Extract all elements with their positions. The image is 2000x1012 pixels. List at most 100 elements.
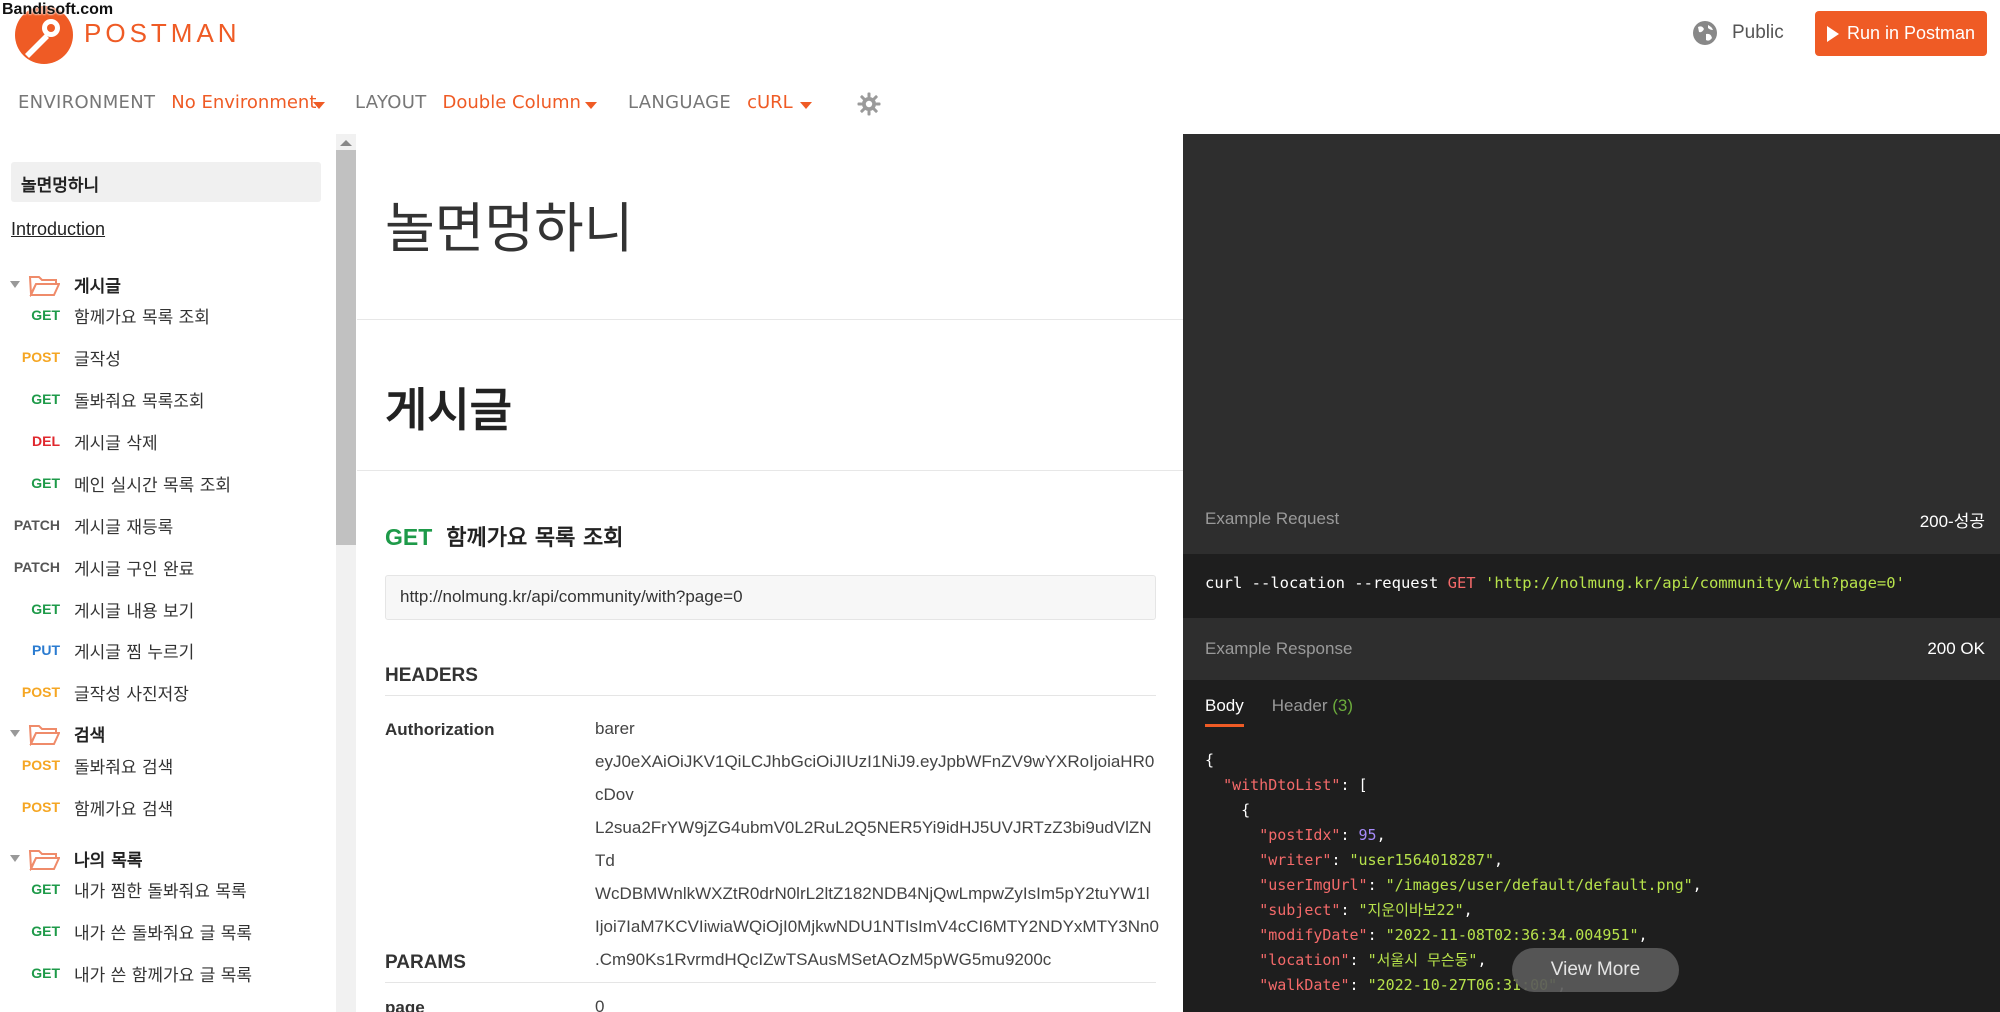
request-label: 돌봐줘요 목록조회	[74, 391, 205, 412]
sidebar-folder[interactable]: 검색	[10, 721, 105, 746]
sidebar-folder[interactable]: 나의 목록	[10, 846, 142, 871]
sidebar-request[interactable]: GET 게시글 내용 보기	[0, 594, 320, 624]
divider	[357, 319, 1183, 320]
sidebar-request[interactable]: PATCH 게시글 구인 완료	[0, 552, 320, 582]
language-label: LANGUAGE	[628, 92, 732, 113]
language-chevron-down-icon[interactable]	[800, 102, 812, 109]
environment-label: ENVIRONMENT	[18, 92, 156, 113]
method-badge: GET	[31, 923, 60, 939]
request-label: 게시글 찜 누르기	[74, 642, 195, 663]
json-key: "modifyDate"	[1259, 926, 1368, 944]
request-name: 함께가요 목록 조회	[446, 526, 624, 551]
tab-header-count: (3)	[1332, 696, 1354, 715]
request-method: GET	[385, 524, 433, 550]
method-badge: DEL	[32, 433, 60, 449]
scroll-up-arrow-icon[interactable]	[340, 140, 352, 146]
request-label: 함께가요 목록 조회	[74, 307, 210, 328]
json-value: "/images/user/default/default.png"	[1385, 876, 1693, 894]
method-badge: GET	[31, 391, 60, 407]
json-key: "walkDate"	[1259, 976, 1350, 994]
divider	[357, 470, 1183, 471]
folder-open-icon	[28, 849, 60, 871]
method-badge: POST	[21, 757, 60, 773]
json-key: "writer"	[1259, 851, 1332, 869]
request-label: 게시글 삭제	[74, 433, 158, 454]
tab-header[interactable]: Header (3)	[1272, 696, 1353, 727]
response-tabs: Body Header (3)	[1205, 696, 1353, 727]
curl-prefix: curl --location --request	[1205, 574, 1439, 592]
request-label: 게시글 내용 보기	[74, 601, 195, 622]
params-section-title: PARAMS	[385, 952, 1156, 983]
example-response-label: Example Response	[1205, 639, 1353, 658]
sidebar-request[interactable]: GET 내가 쓴 함께가요 글 목록	[0, 958, 320, 988]
request-label: 게시글 재등록	[74, 517, 174, 538]
request-url[interactable]: http://nolmung.kr/api/community/with?pag…	[385, 575, 1156, 620]
json-value: 95	[1358, 826, 1377, 844]
json-value: "2022-11-08T02:36:34.004951"	[1385, 926, 1639, 944]
tab-header-label: Header	[1271, 696, 1328, 715]
headers-section-title: HEADERS	[385, 665, 1156, 696]
collection-title[interactable]: 놀면멍하니	[11, 162, 321, 202]
sidebar-folder[interactable]: 게시글	[10, 272, 121, 297]
json-line: "withDtoList": [	[1223, 776, 1368, 794]
run-in-postman-button[interactable]: Run in Postman	[1815, 11, 1987, 56]
chevron-down-icon	[10, 855, 20, 862]
sidebar-request[interactable]: PUT 게시글 찜 누르기	[0, 635, 320, 665]
sidebar-item-introduction[interactable]: Introduction	[11, 219, 105, 240]
sidebar-request[interactable]: POST 돌봐줘요 검색	[0, 750, 320, 780]
examples-column: Example Request 200-성공 curl --location -…	[1183, 134, 2000, 1012]
environment-value[interactable]: No Environment	[171, 92, 316, 113]
header-value-line: L2sua2FrYW9jZG4ubmV0L2RuL2Q5NER5Yi9idHJ5…	[595, 818, 1152, 870]
json-line: "postIdx": 95,	[1259, 826, 1386, 844]
tab-body[interactable]: Body	[1205, 696, 1244, 727]
environment-selector[interactable]: ENVIRONMENT No Environment	[18, 92, 316, 113]
sidebar-request[interactable]: POST 글작성 사진저장	[0, 677, 320, 707]
json-line: {	[1205, 751, 1215, 769]
sidebar-request[interactable]: GET 돌봐줘요 목록조회	[0, 384, 320, 414]
curl-url: 'http://nolmung.kr/api/community/with?pa…	[1484, 574, 1905, 592]
request-label: 메인 실시간 목록 조회	[74, 475, 231, 496]
json-line: "subject": "지운이바보22",	[1259, 901, 1473, 919]
curl-method: GET	[1447, 574, 1476, 592]
top-header: Bandisoft.com POSTMAN Public Run in Post…	[0, 0, 2000, 70]
layout-selector[interactable]: LAYOUT Double Column	[355, 92, 581, 113]
sidebar-request[interactable]: POST 함께가요 검색	[0, 792, 320, 822]
view-more-button[interactable]: View More	[1512, 948, 1679, 992]
gear-icon[interactable]	[857, 92, 881, 116]
language-selector[interactable]: LANGUAGE cURL	[628, 92, 793, 113]
sidebar-request[interactable]: DEL 게시글 삭제	[0, 426, 320, 456]
sidebar-request[interactable]: GET 내가 쓴 돌봐줘요 글 목록	[0, 916, 320, 946]
example-request-bar[interactable]: Example Request 200-성공	[1183, 488, 2000, 550]
json-line: {	[1205, 801, 1251, 819]
folder-open-icon	[28, 275, 60, 297]
request-heading: GET 함께가요 목록 조회	[385, 520, 624, 552]
method-badge: PATCH	[13, 517, 60, 533]
sidebar-request[interactable]: GET 메인 실시간 목록 조회	[0, 468, 320, 498]
sidebar-scrollbar-thumb[interactable]	[336, 150, 356, 545]
param-key: page	[385, 998, 425, 1012]
request-label: 함께가요 검색	[74, 799, 174, 820]
sidebar-request[interactable]: GET 함께가요 목록 조회	[0, 300, 320, 330]
sidebar-request[interactable]: PATCH 게시글 재등록	[0, 510, 320, 540]
sidebar: 놀면멍하니 Introduction 게시글 GET 함께가요 목록 조회 POS…	[0, 134, 332, 1012]
param-value: 0	[595, 997, 605, 1012]
environment-chevron-down-icon[interactable]	[313, 102, 325, 109]
header-value-line: eyJ0eXAiOiJKV1QiLCJhbGciOiJIUzI1NiJ9.eyJ…	[595, 752, 1155, 804]
json-key: "location"	[1259, 951, 1350, 969]
json-value: "지운이바보22"	[1358, 901, 1464, 919]
method-badge: GET	[31, 601, 60, 617]
language-value[interactable]: cURL	[747, 92, 793, 113]
layout-chevron-down-icon[interactable]	[585, 102, 597, 109]
folder-open-icon	[28, 724, 60, 746]
json-value: "서울시 무슨동"	[1367, 951, 1478, 969]
json-line: "modifyDate": "2022-11-08T02:36:34.00495…	[1259, 926, 1648, 944]
logo-text[interactable]: POSTMAN	[84, 18, 241, 49]
request-label: 글작성	[74, 349, 121, 370]
example-request-selector[interactable]: 200-성공	[1920, 507, 1985, 532]
sidebar-request[interactable]: POST 글작성	[0, 342, 320, 372]
collection-heading: 놀면멍하니	[385, 197, 634, 260]
folder-label: 검색	[74, 726, 106, 746]
layout-value[interactable]: Double Column	[443, 92, 581, 113]
sidebar-request[interactable]: GET 내가 찜한 돌봐줘요 목록	[0, 874, 320, 904]
json-line: "writer": "user1564018287",	[1259, 851, 1504, 869]
